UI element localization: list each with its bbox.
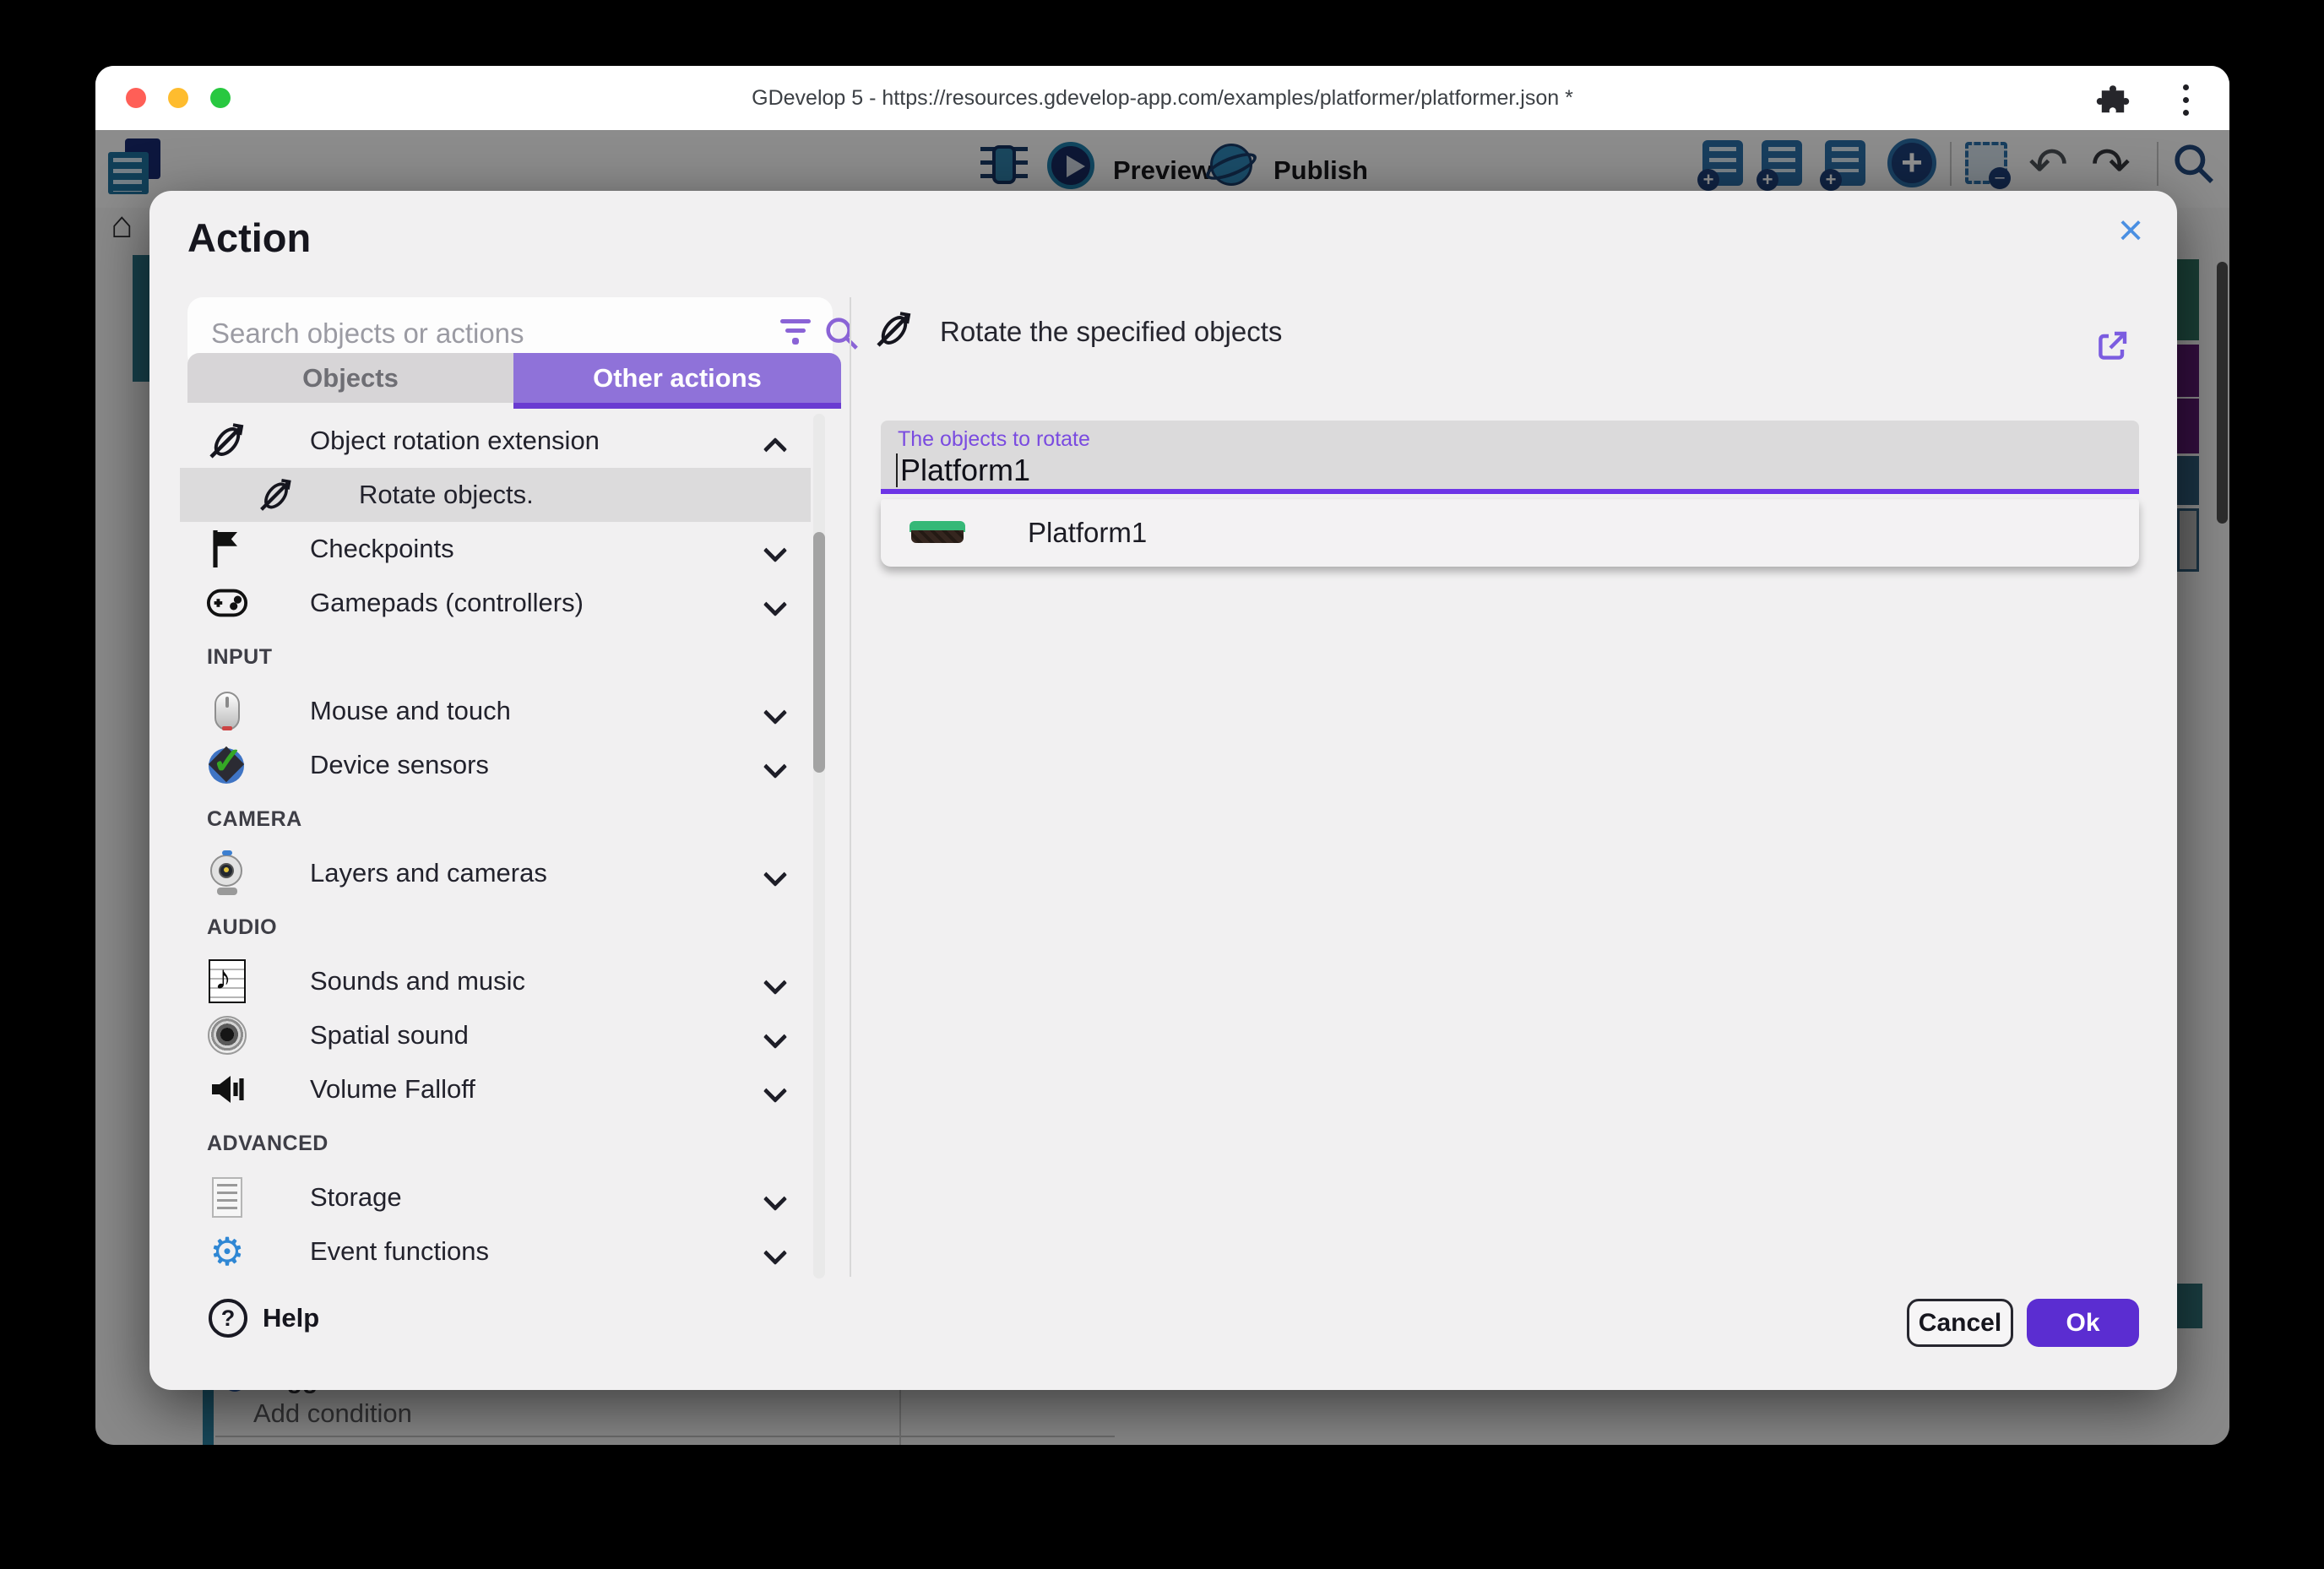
speaker-icon	[205, 1013, 249, 1057]
extensions-icon[interactable]	[2096, 81, 2130, 115]
list-item-rotate-objects[interactable]: Rotate objects.	[180, 468, 811, 522]
browser-titlebar: GDevelop 5 - https://resources.gdevelop-…	[95, 66, 2229, 130]
rotation-icon	[205, 419, 249, 463]
section-header-camera: CAMERA	[180, 792, 811, 846]
maximize-window-button[interactable]	[210, 88, 231, 108]
actions-list: Object rotation extension Rotate objects…	[180, 414, 811, 1279]
chevron-down-icon[interactable]	[763, 755, 787, 779]
list-item-checkpoints[interactable]: Checkpoints	[180, 522, 811, 576]
browser-window: GDevelop 5 - https://resources.gdevelop-…	[95, 66, 2229, 1445]
volume-icon	[205, 1067, 249, 1111]
rotation-icon	[254, 473, 298, 517]
chevron-up-icon[interactable]	[763, 437, 787, 461]
chevron-down-icon[interactable]	[763, 1079, 787, 1103]
list-item-volume-falloff[interactable]: Volume Falloff	[180, 1062, 811, 1116]
object-suggestion-row[interactable]: Platform1	[881, 499, 2139, 567]
chevron-down-icon[interactable]	[763, 701, 787, 725]
section-header-advanced: ADVANCED	[180, 1116, 811, 1170]
chevron-down-icon[interactable]	[763, 1187, 787, 1211]
suggestion-label: Platform1	[1028, 517, 1147, 549]
window-title: GDevelop 5 - https://resources.gdevelop-…	[95, 86, 2229, 111]
help-button[interactable]: ? Help	[209, 1299, 319, 1338]
tab-other-actions[interactable]: Other actions	[513, 353, 841, 403]
gamepad-icon	[205, 581, 249, 625]
selected-tab-underline	[513, 403, 841, 409]
chevron-down-icon[interactable]	[763, 593, 787, 616]
objects-to-rotate-field[interactable]: The objects to rotate Platform1	[881, 421, 2139, 494]
help-icon: ?	[209, 1299, 247, 1338]
flag-icon	[205, 527, 249, 571]
close-window-button[interactable]	[126, 88, 146, 108]
chevron-down-icon[interactable]	[763, 1241, 787, 1265]
list-item-event-functions[interactable]: ⚙ Event functions	[180, 1224, 811, 1279]
external-link-icon[interactable]	[2092, 326, 2132, 366]
gear-icon: ⚙	[205, 1230, 249, 1273]
mouse-icon	[205, 689, 249, 733]
action-dialog: Action × Objects Other actions	[149, 191, 2177, 1390]
text-caret	[896, 453, 898, 487]
list-item-layers-cameras[interactable]: Layers and cameras	[180, 846, 811, 900]
webcam-icon	[205, 851, 249, 895]
rotation-icon	[874, 309, 915, 354]
section-header-input: INPUT	[180, 630, 811, 684]
platform-thumbnail	[910, 521, 965, 545]
list-item-mouse-touch[interactable]: Mouse and touch	[180, 684, 811, 738]
sensors-icon: ✓	[205, 743, 249, 787]
section-header-audio: AUDIO	[180, 900, 811, 954]
list-item-device-sensors[interactable]: ✓ Device sensors	[180, 738, 811, 792]
minimize-window-button[interactable]	[168, 88, 188, 108]
tab-objects[interactable]: Objects	[187, 353, 513, 403]
list-item-gamepads[interactable]: Gamepads (controllers)	[180, 576, 811, 630]
panel-divider	[850, 297, 851, 1277]
ok-button[interactable]: Ok	[2027, 1299, 2139, 1347]
chevron-down-icon[interactable]	[763, 1025, 787, 1049]
list-item-spatial-sound[interactable]: Spatial sound	[180, 1008, 811, 1062]
cancel-button[interactable]: Cancel	[1907, 1299, 2013, 1347]
field-label: The objects to rotate	[898, 427, 1090, 452]
action-header-label: Rotate the specified objects	[940, 316, 1282, 348]
browser-menu-icon[interactable]	[2180, 81, 2191, 118]
window-controls	[126, 88, 231, 108]
action-header: Rotate the specified objects	[874, 309, 1282, 354]
storage-document-icon	[205, 1175, 249, 1219]
filter-icon[interactable]	[779, 319, 812, 350]
close-dialog-icon[interactable]: ×	[2105, 206, 2156, 257]
list-item-storage[interactable]: Storage	[180, 1170, 811, 1224]
field-value[interactable]: Platform1	[896, 453, 1030, 488]
dialog-title: Action	[187, 214, 311, 261]
chevron-down-icon[interactable]	[763, 863, 787, 887]
list-item-sounds-music[interactable]: ♪ Sounds and music	[180, 954, 811, 1008]
chevron-down-icon[interactable]	[763, 539, 787, 562]
music-note-icon: ♪	[205, 959, 249, 1003]
search-icon[interactable]	[823, 314, 861, 357]
desktop-background: GDevelop 5 - https://resources.gdevelop-…	[0, 0, 2324, 1569]
category-tabs: Objects Other actions	[187, 353, 841, 409]
chevron-down-icon[interactable]	[763, 971, 787, 995]
list-item-object-rotation[interactable]: Object rotation extension	[180, 414, 811, 468]
list-scrollbar-thumb[interactable]	[813, 532, 825, 773]
